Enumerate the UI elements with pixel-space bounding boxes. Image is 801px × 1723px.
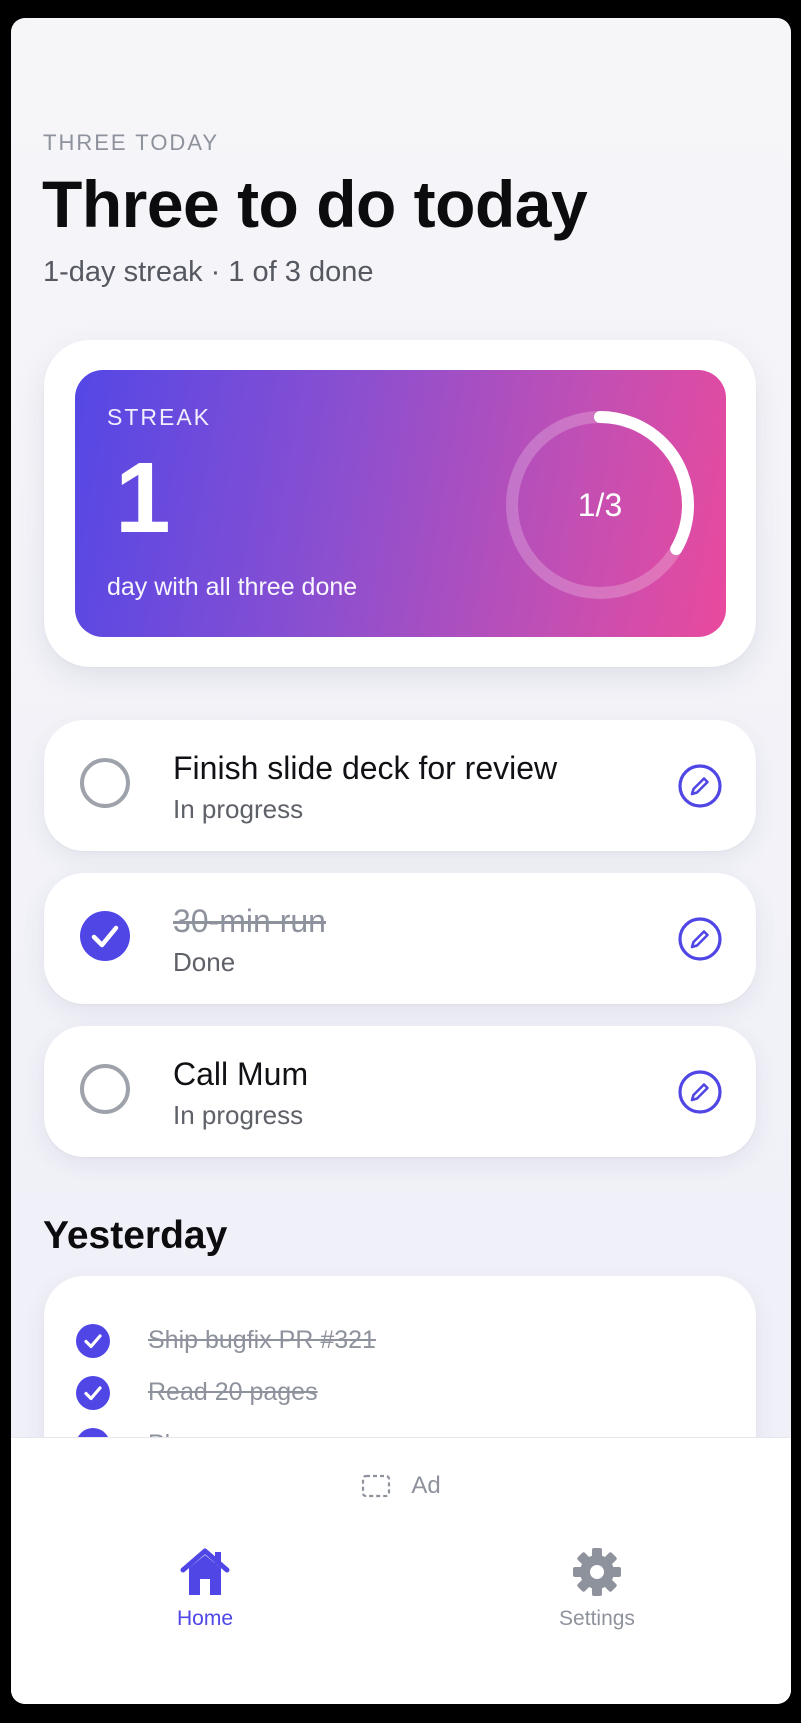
- edit-icon[interactable]: [677, 1069, 723, 1115]
- ad-banner[interactable]: Ad: [11, 1472, 791, 1500]
- edit-icon[interactable]: [677, 763, 723, 809]
- progress-ring-label: 1/3: [577, 486, 623, 523]
- yesterday-heading: Yesterday: [43, 1214, 228, 1257]
- home-icon: [180, 1548, 230, 1595]
- task-status: In progress: [173, 794, 304, 824]
- tab-home-label: Home: [176, 1607, 234, 1630]
- app-eyebrow: THREE TODAY: [43, 130, 220, 155]
- tab-home[interactable]: Home: [105, 1546, 305, 1631]
- checkmark-icon: [76, 1376, 110, 1410]
- page-title: Three to do today: [42, 167, 588, 241]
- scroll-content[interactable]: THREE TODAY Three to do today 1-day stre…: [11, 18, 791, 1438]
- checkmark-icon: [76, 1324, 110, 1358]
- streak-count: 1: [115, 442, 171, 554]
- task-checkbox[interactable]: [80, 1064, 130, 1114]
- list-item-text: Read 20 pages: [148, 1378, 318, 1406]
- task-title: Finish slide deck for review: [173, 750, 558, 786]
- list-item-text: Ship bugfix PR #321: [148, 1326, 376, 1354]
- ad-label: Ad: [411, 1472, 441, 1499]
- checkmark-icon: [91, 925, 119, 948]
- yesterday-card: Ship bugfix PR #321 Read 20 pages Plan g…: [44, 1276, 756, 1438]
- task-status: Done: [173, 947, 236, 977]
- streak-card-container: STREAK 1 day with all three done 1/3: [44, 340, 756, 667]
- streak-label: STREAK: [107, 404, 212, 430]
- edit-icon[interactable]: [677, 916, 723, 962]
- streak-caption: day with all three done: [107, 573, 358, 601]
- streak-card: STREAK 1 day with all three done 1/3: [75, 370, 726, 637]
- tab-settings[interactable]: Settings: [497, 1546, 697, 1631]
- task-title: Call Mum: [173, 1056, 309, 1092]
- task-title: 30-min run: [173, 903, 326, 939]
- task-card: 30-min run Done: [44, 873, 756, 1004]
- task-checkbox[interactable]: [80, 758, 130, 808]
- ad-placeholder-icon: [362, 1474, 391, 1498]
- page-subtitle: 1-day streak · 1 of 3 done: [43, 256, 374, 288]
- task-status: In progress: [173, 1100, 304, 1130]
- app-screen: THREE TODAY Three to do today 1-day stre…: [11, 18, 791, 1704]
- gear-icon: [573, 1548, 621, 1596]
- bottom-bar: Ad Home Settings: [11, 1437, 791, 1704]
- task-checkbox-checked[interactable]: [80, 911, 130, 961]
- task-card: Call Mum In progress: [44, 1026, 756, 1157]
- task-card: Finish slide deck for review In progress: [44, 720, 756, 851]
- tab-settings-label: Settings: [559, 1607, 635, 1630]
